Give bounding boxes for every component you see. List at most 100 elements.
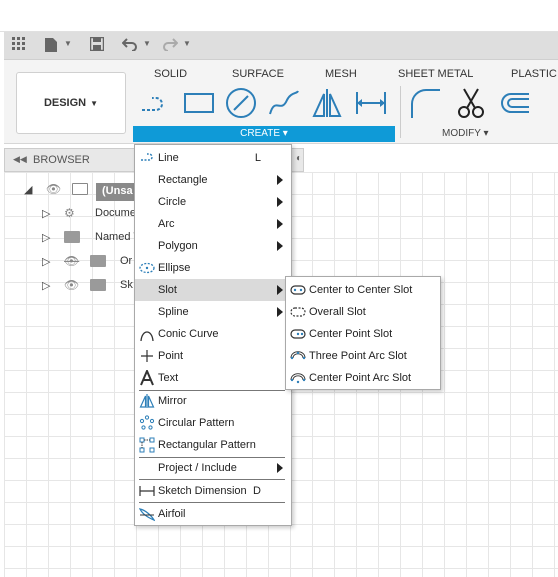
circle-tool-icon[interactable] (224, 86, 258, 120)
menu-item-center-point-arc-slot[interactable]: Center Point Arc Slot (286, 367, 440, 389)
shortcut-hint: D (253, 485, 261, 497)
menu-item-ellipse[interactable]: Ellipse (135, 257, 291, 279)
eye-hidden-icon[interactable]: 👁 (64, 254, 79, 268)
gear-icon: ⚙ (64, 206, 75, 220)
chevron-down-icon[interactable]: ▼ (64, 39, 72, 48)
tab-plastic[interactable]: PLASTIC (511, 68, 557, 80)
center-to-center-slot-icon (290, 282, 306, 298)
undo-icon[interactable] (121, 37, 138, 55)
save-icon[interactable] (89, 36, 105, 55)
menu-item-conic-curve[interactable]: Conic Curve (135, 323, 291, 345)
menu-item-overall-slot[interactable]: Overall Slot (286, 301, 440, 323)
create-label: CREATE (240, 128, 280, 139)
circular-pattern-icon (139, 415, 155, 431)
menu-item-polygon[interactable]: Polygon (135, 235, 291, 257)
center-point-slot-icon (290, 326, 306, 342)
tab-sheet-metal[interactable]: SHEET METAL (398, 68, 473, 80)
menu-item-label: Mirror (158, 395, 187, 407)
data-panel-grid-icon[interactable] (12, 37, 26, 55)
menu-item-label: Point (158, 350, 184, 362)
fillet-tool-icon[interactable] (408, 86, 442, 120)
folder-icon (90, 279, 106, 291)
trim-tool-icon[interactable] (454, 86, 488, 120)
menu-item-center-to-center-slot[interactable]: Center to Center Slot (286, 279, 440, 301)
submenu-arrow-icon (277, 307, 283, 317)
collapse-browser-icon[interactable]: ◀◀ (13, 154, 27, 165)
eye-icon[interactable]: 👁 (46, 182, 61, 196)
menu-item-spline[interactable]: Spline (135, 301, 291, 323)
chevron-down-icon[interactable]: ▼ (183, 39, 191, 48)
menu-item-text[interactable]: Text (135, 367, 291, 389)
menu-item-label: Conic Curve (158, 328, 219, 340)
submenu-arrow-icon (277, 285, 283, 295)
menu-item-label: Three Point Arc Slot (309, 350, 407, 362)
dimension-tool-icon[interactable] (354, 86, 388, 120)
browser-pin-icon[interactable]: ◐ (296, 153, 302, 164)
menu-item-slot[interactable]: Slot (135, 279, 291, 301)
text-icon (139, 368, 155, 386)
expand-triangle-icon[interactable]: ◢ (24, 183, 32, 196)
menu-item-center-point-slot[interactable]: Center Point Slot (286, 323, 440, 345)
browser-item-named-views[interactable]: ▷ Named V (0, 226, 150, 248)
title-bar (0, 0, 558, 32)
browser-item-origin[interactable]: ▷ 👁 Or (0, 250, 150, 272)
modify-label: MODIFY (442, 128, 481, 139)
center-point-arc-slot-icon (290, 370, 306, 386)
workspace-switcher-button[interactable]: DESIGN ▼ (16, 72, 126, 134)
component-icon (72, 183, 88, 195)
ellipse-icon (139, 260, 155, 276)
expand-triangle-icon[interactable]: ▷ (42, 231, 50, 244)
expand-triangle-icon[interactable]: ▷ (42, 207, 50, 220)
menu-item-label: Arc (158, 218, 175, 230)
rectangle-tool-icon[interactable] (182, 86, 216, 120)
ribbon: DESIGN ▼ SOLID SURFACE MESH SHEET METAL … (4, 60, 558, 144)
menu-item-circular-pattern[interactable]: Circular Pattern (135, 412, 291, 434)
menu-item-sketch-dimension[interactable]: Sketch Dimension D (135, 480, 291, 502)
menu-item-label: Rectangular Pattern (158, 439, 256, 451)
submenu-arrow-icon (277, 197, 283, 207)
browser-item-label: Docume (95, 207, 136, 219)
create-dropdown-menu: Line L Rectangle Circle Arc Polygon Elli… (134, 144, 292, 526)
menu-item-circle[interactable]: Circle (135, 191, 291, 213)
menu-item-rectangle[interactable]: Rectangle (135, 169, 291, 191)
browser-root-label[interactable]: (Unsa (96, 183, 136, 201)
tab-mesh[interactable]: MESH (325, 68, 357, 80)
modify-menu-button[interactable]: MODIFY ▾ (442, 128, 489, 139)
menu-item-airfoil[interactable]: Airfoil (135, 503, 291, 525)
browser-item-sketches[interactable]: ▷ 👁 Sk (0, 274, 150, 296)
line-tool-icon[interactable] (138, 86, 172, 120)
menu-item-label: Project / Include (158, 462, 237, 474)
tab-solid[interactable]: SOLID (154, 68, 187, 80)
menu-item-label: Overall Slot (309, 306, 366, 318)
menu-item-label: Center to Center Slot (309, 284, 413, 296)
menu-item-arc[interactable]: Arc (135, 213, 291, 235)
file-menu-icon[interactable] (44, 37, 58, 55)
menu-item-label: Center Point Slot (309, 328, 393, 340)
chevron-down-icon[interactable]: ▼ (143, 39, 151, 48)
expand-triangle-icon[interactable]: ▷ (42, 279, 50, 292)
browser-item-label: Or (120, 255, 133, 267)
menu-item-three-point-arc-slot[interactable]: Three Point Arc Slot (286, 345, 440, 367)
menu-item-rectangular-pattern[interactable]: Rectangular Pattern (135, 434, 291, 456)
menu-item-label: Polygon (158, 240, 198, 252)
menu-item-label: Slot (158, 284, 177, 296)
menu-item-label: Rectangle (158, 174, 208, 186)
menu-item-line[interactable]: Line L (135, 147, 291, 169)
eye-icon[interactable]: 👁 (64, 278, 79, 292)
tab-surface[interactable]: SURFACE (232, 68, 284, 80)
spline-tool-icon[interactable] (267, 86, 301, 120)
browser-item-document-settings[interactable]: ▷ ⚙ Docume (0, 202, 150, 224)
shortcut-hint: L (254, 152, 261, 164)
menu-item-project-include[interactable]: Project / Include (135, 457, 291, 479)
menu-item-mirror[interactable]: Mirror (135, 390, 291, 412)
redo-icon[interactable] (162, 37, 179, 55)
slot-submenu: Center to Center Slot Overall Slot Cente… (285, 276, 441, 390)
offset-tool-icon[interactable] (497, 86, 531, 120)
create-menu-button[interactable]: CREATE ▾ (133, 126, 395, 142)
mirror-tool-icon[interactable] (310, 86, 344, 120)
chevron-down-icon: ▼ (90, 98, 99, 108)
sketch-dimension-icon (139, 483, 155, 499)
submenu-arrow-icon (277, 241, 283, 251)
menu-item-point[interactable]: Point (135, 345, 291, 367)
expand-triangle-icon[interactable]: ▷ (42, 255, 50, 268)
